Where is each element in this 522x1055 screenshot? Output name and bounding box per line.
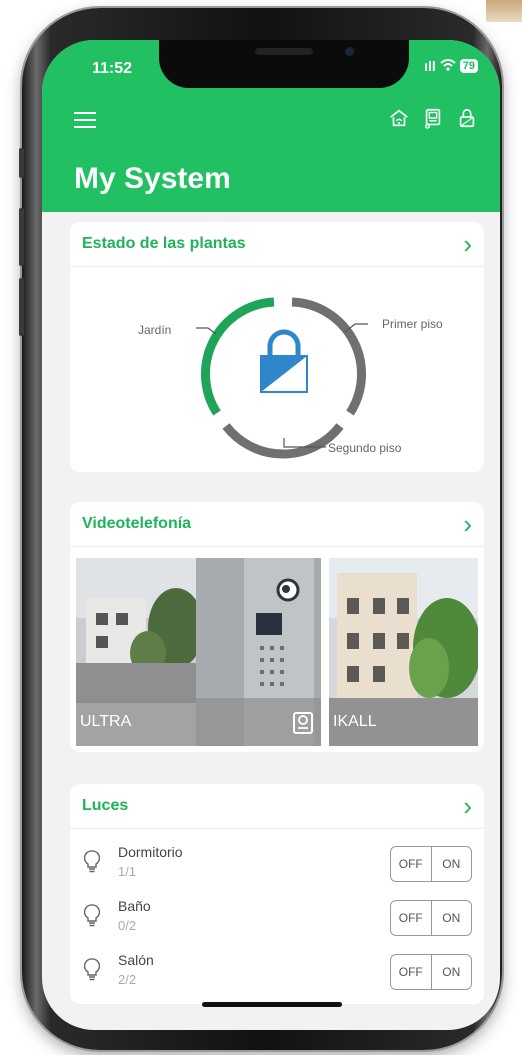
signal-icon: ıll <box>424 58 436 74</box>
lights-card: Luces › Dormitorio 1/1 OFF ON Baño 0/2 O… <box>70 784 484 1004</box>
app-header: 11:52 ıll 79 My System <box>42 40 500 212</box>
mute-switch <box>19 148 24 178</box>
speaker <box>255 48 313 55</box>
off-button[interactable]: OFF <box>391 847 432 881</box>
page-title: My System <box>74 162 231 195</box>
wifi-icon <box>440 58 456 74</box>
device-label-ikall: IKALL <box>329 698 478 746</box>
battery-indicator: 79 <box>459 59 478 73</box>
status-time: 11:52 <box>92 60 133 77</box>
on-button[interactable]: ON <box>432 901 472 935</box>
light-row-dormitorio: Dormitorio 1/1 OFF ON <box>70 838 484 888</box>
off-button[interactable]: OFF <box>391 901 432 935</box>
video-card-header[interactable]: Videotelefonía › <box>70 502 484 547</box>
intercom-icon[interactable] <box>422 106 444 130</box>
intercom-icon <box>293 712 313 734</box>
on-button[interactable]: ON <box>432 955 472 989</box>
home-wifi-icon[interactable] <box>388 106 410 130</box>
light-count: 2/2 <box>118 972 137 987</box>
video-card: Videotelefonía › ULTRA IKALL <box>70 502 484 752</box>
light-row-salon: Salón 2/2 OFF ON <box>70 946 484 996</box>
status-indicators: ıll 79 <box>424 58 478 74</box>
light-count: 1/1 <box>118 864 137 879</box>
on-button[interactable]: ON <box>432 847 472 881</box>
chevron-right-icon[interactable]: › <box>463 511 472 537</box>
notch <box>159 40 409 88</box>
bulb-icon <box>84 904 100 927</box>
background-wood <box>486 0 522 22</box>
lock-icon[interactable] <box>456 106 478 130</box>
light-row-bano: Baño 0/2 OFF ON <box>70 892 484 942</box>
volume-down-button <box>19 278 24 336</box>
header-actions <box>388 106 478 130</box>
device-tile-ikall[interactable]: IKALL <box>329 558 478 746</box>
lights-card-header[interactable]: Luces › <box>70 784 484 829</box>
app-screen: 11:52 ıll 79 My System Estado de las pla… <box>42 40 500 1030</box>
device-label-ultra: ULTRA <box>76 698 321 746</box>
light-toggle-dormitorio: OFF ON <box>390 846 472 882</box>
chevron-right-icon[interactable]: › <box>463 231 472 257</box>
floors-status-card: Estado de las plantas › Jardín Primer pi… <box>70 222 484 472</box>
floors-card-header[interactable]: Estado de las plantas › <box>70 222 484 267</box>
ring-segment-segundo-piso[interactable] <box>222 423 344 459</box>
chevron-right-icon[interactable]: › <box>463 793 472 819</box>
lock-status-icon <box>260 329 308 393</box>
light-count: 0/2 <box>118 918 137 933</box>
light-name: Baño <box>118 898 151 914</box>
floors-ring-diagram <box>196 297 368 459</box>
volume-up-button <box>19 208 24 266</box>
label-jardin: Jardín <box>138 323 172 337</box>
floors-card-title: Estado de las plantas <box>82 235 246 252</box>
front-camera <box>345 47 354 56</box>
bulb-icon <box>84 958 100 981</box>
bulb-icon <box>84 850 100 873</box>
hamburger-icon[interactable] <box>74 112 96 128</box>
light-toggle-bano: OFF ON <box>390 900 472 936</box>
label-primer-piso: Primer piso <box>382 317 443 331</box>
light-toggle-salon: OFF ON <box>390 954 472 990</box>
off-button[interactable]: OFF <box>391 955 432 989</box>
lights-card-title: Luces <box>82 797 129 814</box>
light-name: Salón <box>118 952 154 968</box>
light-name: Dormitorio <box>118 844 183 860</box>
home-indicator[interactable] <box>202 1002 342 1007</box>
device-tile-ultra[interactable]: ULTRA <box>76 558 321 746</box>
video-card-title: Videotelefonía <box>82 515 192 532</box>
label-segundo-piso: Segundo piso <box>328 441 402 455</box>
